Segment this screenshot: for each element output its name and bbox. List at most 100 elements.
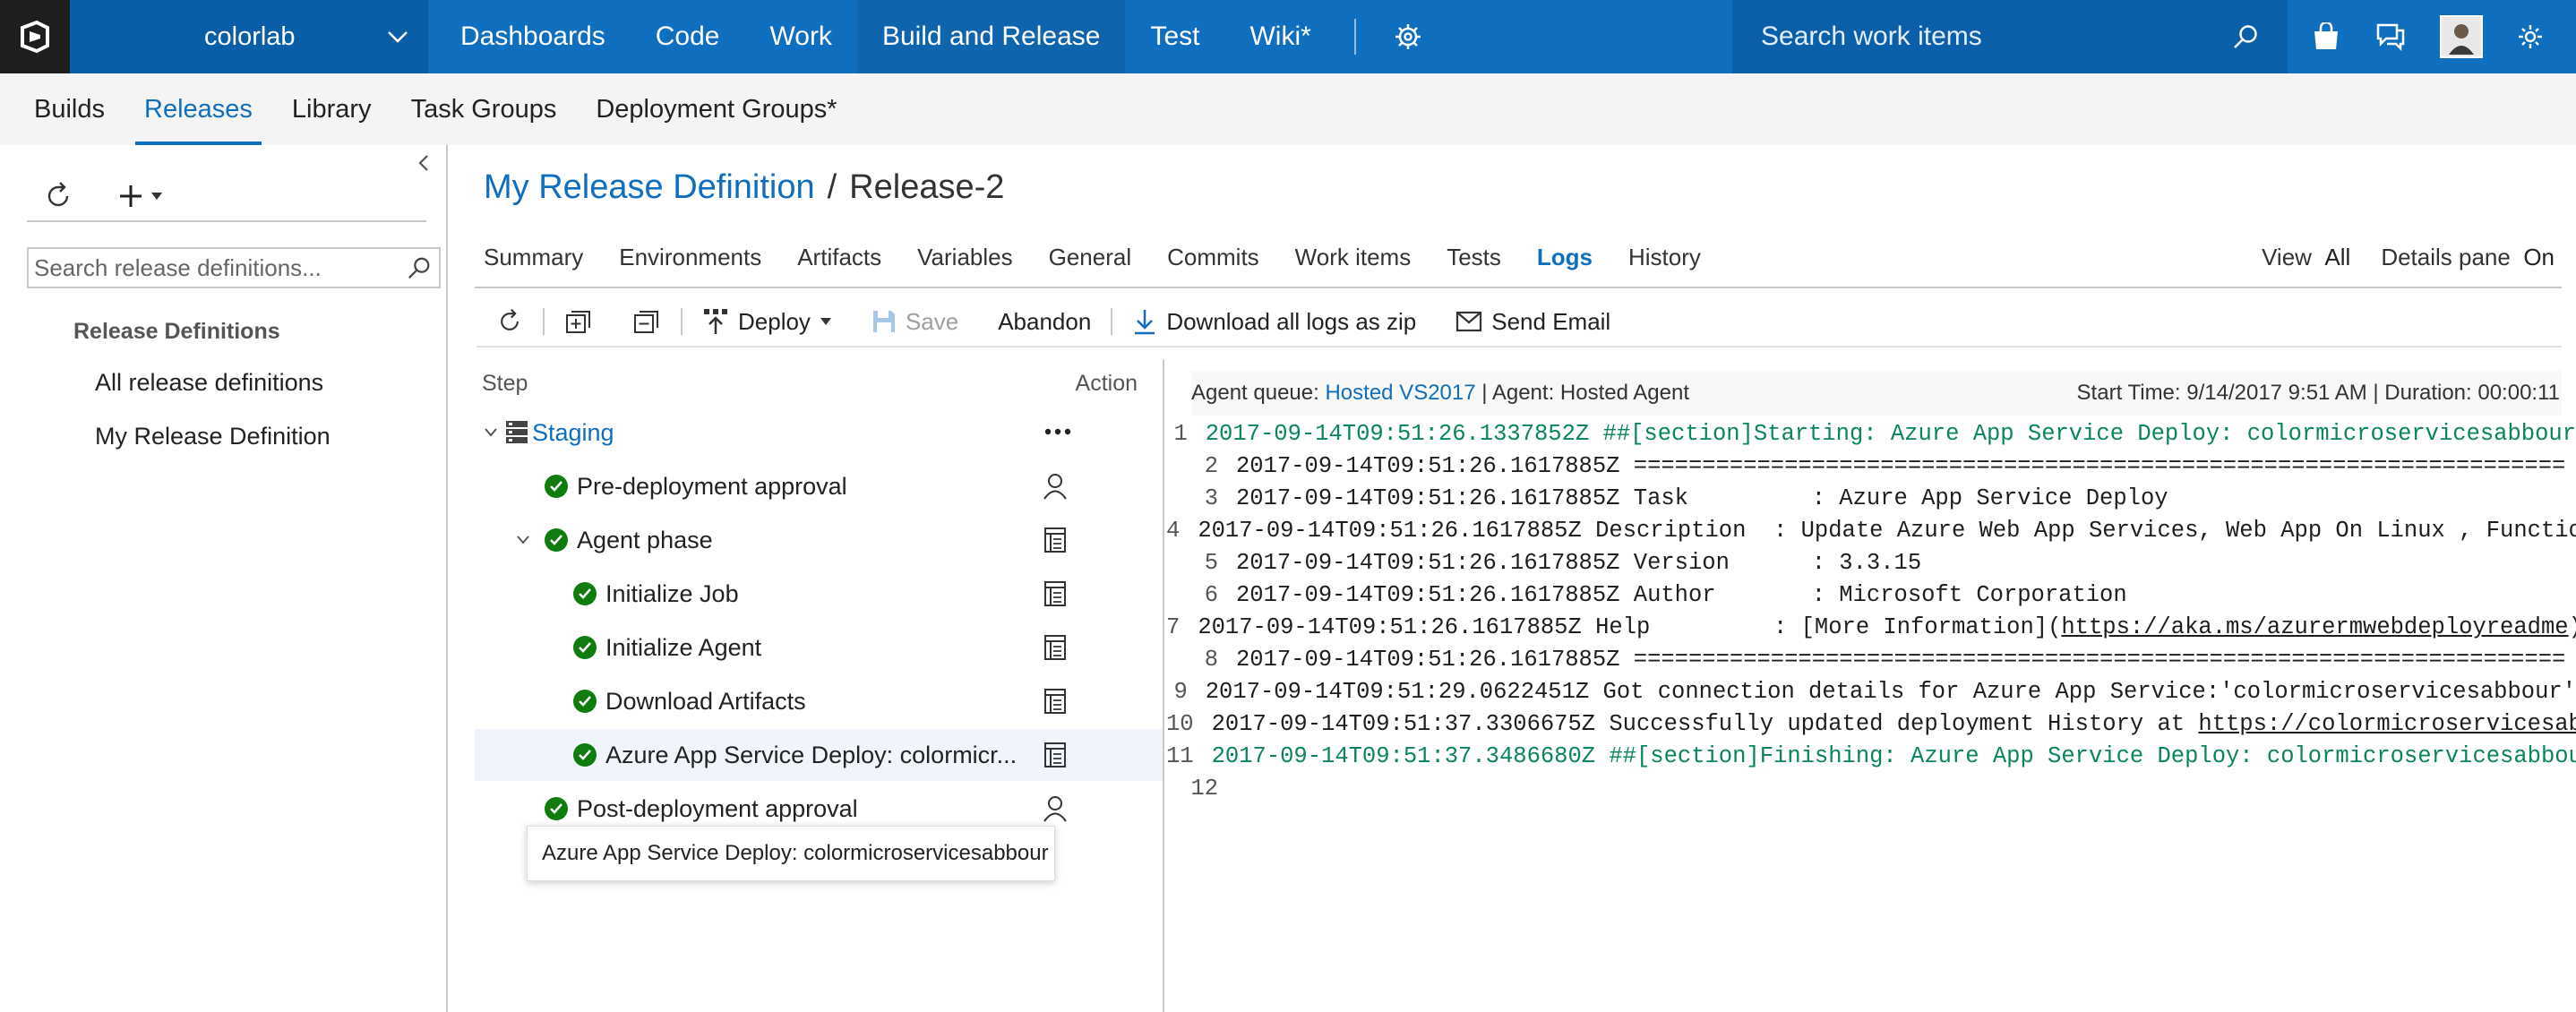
person-icon[interactable] xyxy=(1043,795,1068,822)
log-line: 1 2017-09-14T09:51:26.1337852Z ##[section… xyxy=(1166,421,2576,453)
nav-dashboards[interactable]: Dashboards xyxy=(435,0,631,73)
step-row-download-artifacts[interactable]: Download Artifacts xyxy=(475,675,1163,727)
tab-summary[interactable]: Summary xyxy=(484,244,583,271)
log-text-content: 2017-09-14T09:51:37.3306675Z Successfull… xyxy=(1211,711,2199,737)
search-work-items[interactable]: Search work items xyxy=(1732,0,2288,73)
release-toolbar: Deploy Save Abandon Download all logs as… xyxy=(477,297,2562,347)
tab-general[interactable]: General xyxy=(1049,244,1132,271)
gear-icon[interactable] xyxy=(1383,0,1433,73)
tab-work-items[interactable]: Work items xyxy=(1295,244,1412,271)
nav-work[interactable]: Work xyxy=(744,0,856,73)
chevron-down-icon[interactable] xyxy=(516,535,530,545)
send-email-button[interactable]: Send Email xyxy=(1436,308,1630,336)
step-row-initialize-agent[interactable]: Initialize Agent xyxy=(475,622,1163,673)
add-definition-button[interactable] xyxy=(118,184,163,209)
log-text-tail: ) xyxy=(2569,614,2576,640)
view-filter[interactable]: View All xyxy=(2262,244,2350,271)
environment-row-staging[interactable]: Staging xyxy=(475,407,1163,459)
nav-all-release-definitions[interactable]: All release definitions xyxy=(95,369,323,397)
step-row-azure-app-service-deploy[interactable]: Azure App Service Deploy: colormicr... xyxy=(475,729,1163,781)
step-row-agent-phase[interactable]: Agent phase xyxy=(475,514,1163,566)
log-icon[interactable] xyxy=(1043,742,1068,768)
log-text: 2017-09-14T09:51:26.1617885Z ===========… xyxy=(1236,647,2565,679)
log-line: 6 2017-09-14T09:51:26.1617885Z Author : M… xyxy=(1166,582,2576,614)
log-text-content: 2017-09-14T09:51:26.1617885Z Version : 3… xyxy=(1236,550,1922,576)
tab-deployment-groups[interactable]: Deployment Groups* xyxy=(576,73,856,145)
release-definitions-heading: Release Definitions xyxy=(73,319,280,344)
line-number: 11 xyxy=(1166,743,1194,769)
org-selector[interactable]: colorlab xyxy=(70,0,428,73)
log-link[interactable]: https://colormicroservicesabbou xyxy=(2198,711,2576,737)
log-line: 7 2017-09-14T09:51:26.1617885Z Help : [Mo… xyxy=(1166,614,2576,647)
log-icon[interactable] xyxy=(1043,527,1068,553)
log-text: 2017-09-14T09:51:26.1337852Z ##[section]… xyxy=(1206,421,2576,453)
top-bar: colorlab Dashboards Code Work Build and … xyxy=(0,0,2576,73)
save-button[interactable]: Save xyxy=(852,308,978,336)
log-icon[interactable] xyxy=(1043,634,1068,661)
search-icon xyxy=(2234,25,2257,48)
action-column-header: Action xyxy=(1075,371,1138,396)
details-pane-toggle[interactable]: Details pane On xyxy=(2381,244,2555,271)
tab-logs[interactable]: Logs xyxy=(1537,244,1593,271)
refresh-icon[interactable] xyxy=(43,181,73,211)
step-label: Pre-deployment approval xyxy=(577,472,847,500)
collapse-all-button[interactable] xyxy=(613,308,681,335)
top-icons xyxy=(2311,0,2544,73)
log-icon[interactable] xyxy=(1043,580,1068,607)
search-release-definitions[interactable]: Search release definitions... xyxy=(27,247,441,288)
abandon-button[interactable]: Abandon xyxy=(978,308,1111,336)
tab-releases[interactable]: Releases xyxy=(125,73,272,145)
step-label: Initialize Agent xyxy=(605,633,762,661)
refresh-button[interactable] xyxy=(477,308,543,335)
log-header: Agent queue: Hosted VS2017 | Agent: Host… xyxy=(1191,371,2562,416)
feedback-icon[interactable] xyxy=(2375,22,2406,51)
tab-variables[interactable]: Variables xyxy=(917,244,1012,271)
more-actions-icon[interactable] xyxy=(1044,428,1071,435)
hub-nav: Builds Releases Library Task Groups Depl… xyxy=(0,73,2576,145)
expand-all-button[interactable] xyxy=(545,308,613,335)
tab-artifacts[interactable]: Artifacts xyxy=(797,244,881,271)
person-icon[interactable] xyxy=(1043,473,1068,500)
log-line: 12 xyxy=(1166,776,2576,808)
success-check-icon xyxy=(573,582,597,605)
line-number: 9 xyxy=(1173,679,1188,705)
tab-task-groups[interactable]: Task Groups xyxy=(391,73,577,145)
tab-history[interactable]: History xyxy=(1628,244,1701,271)
chevron-down-icon[interactable] xyxy=(484,427,498,438)
log-icon[interactable] xyxy=(1043,688,1068,715)
caret-down-icon xyxy=(151,193,162,200)
tabs-divider xyxy=(475,287,2562,288)
step-row-pre-deployment-approval[interactable]: Pre-deployment approval xyxy=(475,460,1163,512)
log-text: 2017-09-14T09:51:26.1617885Z Task : Azur… xyxy=(1236,485,2168,518)
vsts-logo-icon[interactable] xyxy=(0,0,70,73)
download-logs-button[interactable]: Download all logs as zip xyxy=(1112,308,1436,336)
tab-environments[interactable]: Environments xyxy=(619,244,761,271)
breadcrumb-definition-link[interactable]: My Release Definition xyxy=(484,168,815,207)
nav-code[interactable]: Code xyxy=(631,0,745,73)
log-line: 8 2017-09-14T09:51:26.1617885Z ==========… xyxy=(1166,647,2576,679)
deploy-button[interactable]: Deploy xyxy=(683,307,852,336)
step-row-initialize-job[interactable]: Initialize Job xyxy=(475,568,1163,620)
log-text: 2017-09-14T09:51:29.0622451Z Got connect… xyxy=(1206,679,2576,711)
nav-build-and-release[interactable]: Build and Release xyxy=(856,0,1126,73)
tab-tests[interactable]: Tests xyxy=(1447,244,1501,271)
agent-queue-link[interactable]: Hosted VS2017 xyxy=(1325,381,1475,405)
success-check-icon xyxy=(545,797,568,820)
log-text: 2017-09-14T09:51:26.1617885Z Help : [Mor… xyxy=(1198,614,2576,647)
view-label: View xyxy=(2262,244,2312,270)
nav-my-release-definition[interactable]: My Release Definition xyxy=(95,423,331,450)
log-link[interactable]: https://aka.ms/azurermwebdeployreadme xyxy=(2061,614,2568,640)
avatar[interactable] xyxy=(2440,15,2483,58)
help-icon[interactable] xyxy=(2517,23,2544,50)
agent-name: | Agent: Hosted Agent xyxy=(1481,381,1690,405)
nav-wiki[interactable]: Wiki* xyxy=(1224,0,1335,73)
marketplace-bag-icon[interactable] xyxy=(2311,22,2341,51)
tab-commits[interactable]: Commits xyxy=(1167,244,1259,271)
tab-library[interactable]: Library xyxy=(272,73,391,145)
start-time-duration: Start Time: 9/14/2017 9:51 AM | Duration… xyxy=(2076,381,2560,405)
nav-test[interactable]: Test xyxy=(1125,0,1224,73)
collapse-all-icon xyxy=(634,311,658,333)
tab-builds[interactable]: Builds xyxy=(14,73,125,145)
log-text-content: 2017-09-14T09:51:26.1337852Z ##[section]… xyxy=(1205,421,2576,447)
log-line: 11 2017-09-14T09:51:37.3486680Z ##[sectio… xyxy=(1166,743,2576,776)
